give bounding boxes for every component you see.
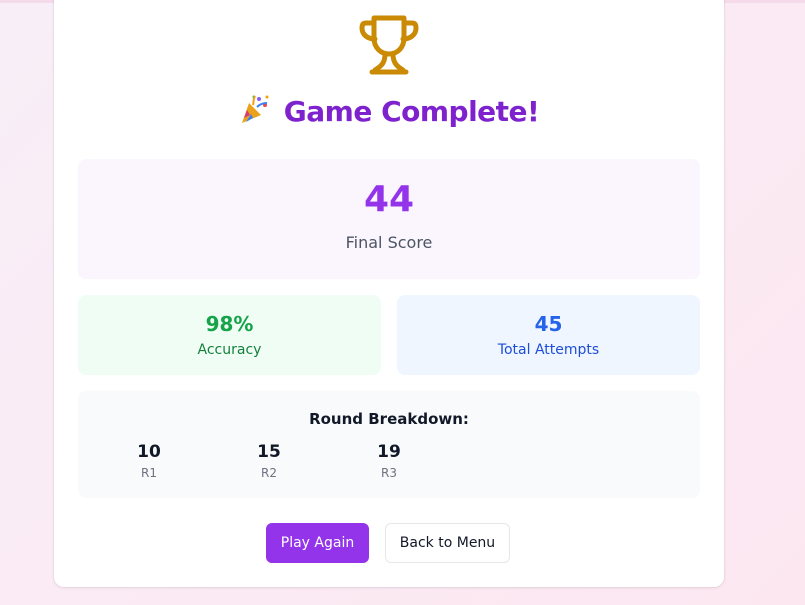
back-to-menu-button[interactable]: Back to Menu xyxy=(385,523,510,563)
final-score-panel: 44 Final Score xyxy=(78,159,700,279)
final-score-label: Final Score xyxy=(345,233,433,252)
accuracy-value: 98% xyxy=(205,312,254,336)
total-attempts-panel: 45 Total Attempts xyxy=(397,295,700,375)
trophy-icon xyxy=(359,15,419,75)
round-score: 19 xyxy=(377,442,401,462)
round-item: 10 R1 xyxy=(89,442,209,480)
round-item: 19 R3 xyxy=(329,442,449,480)
party-popper-icon xyxy=(241,94,269,123)
play-again-button[interactable]: Play Again xyxy=(266,523,369,563)
final-score-value: 44 xyxy=(363,179,415,220)
total-attempts-value: 45 xyxy=(534,312,563,336)
round-breakdown-title: Round Breakdown: xyxy=(309,410,469,428)
round-label: R3 xyxy=(381,466,397,480)
results-card: Game Complete! 44 Final Score 98% Accura… xyxy=(54,0,724,587)
accuracy-label: Accuracy xyxy=(197,342,262,358)
round-breakdown-panel: Round Breakdown: 10 R1 15 R2 19 R3 xyxy=(78,391,700,498)
accuracy-panel: 98% Accuracy xyxy=(78,295,381,375)
title-row: Game Complete! xyxy=(54,94,724,128)
round-score: 10 xyxy=(137,442,161,462)
round-item: 15 R2 xyxy=(209,442,329,480)
round-label: R1 xyxy=(141,466,157,480)
round-label: R2 xyxy=(261,466,277,480)
round-score: 15 xyxy=(257,442,281,462)
total-attempts-label: Total Attempts xyxy=(497,342,600,358)
page-title: Game Complete! xyxy=(283,95,540,128)
